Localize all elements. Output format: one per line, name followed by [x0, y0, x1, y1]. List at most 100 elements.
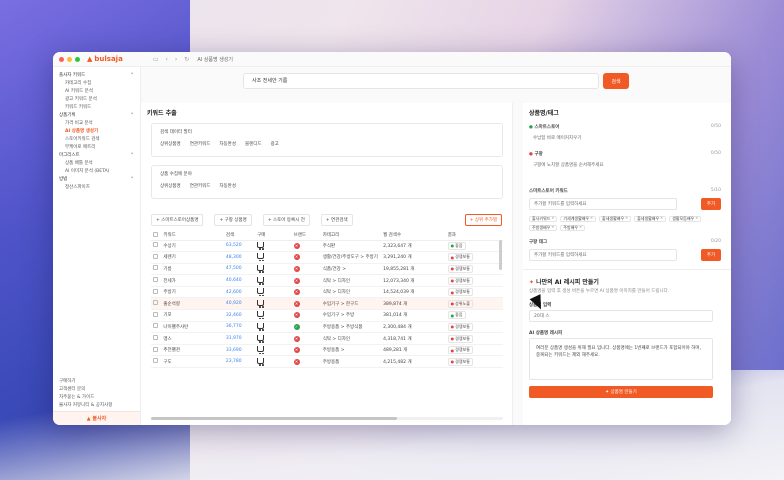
- row-checkbox[interactable]: [153, 335, 158, 341]
- sidebar-item[interactable]: 광고 키워드 분석: [53, 95, 140, 103]
- column-header[interactable]: 키워드: [161, 231, 224, 241]
- store-title-input[interactable]: 수납함 바로 매이커지우기: [529, 132, 713, 143]
- forward-icon[interactable]: ›: [175, 56, 177, 63]
- minimize-dot[interactable]: [67, 56, 72, 62]
- filter-chip[interactable]: 광고: [271, 141, 279, 147]
- column-header[interactable]: 구매: [255, 231, 292, 241]
- cart-icon[interactable]: [257, 264, 265, 273]
- table-row[interactable]: 주방기 42,600 ✕ 식탁 > 디자인 14,524,039 개 ● 경쟁보통: [151, 286, 503, 299]
- chevron-up-icon[interactable]: ⌃: [130, 73, 134, 78]
- back-icon[interactable]: ‹: [165, 56, 167, 63]
- sidebar-group[interactable]: 상품기획 ⌃: [53, 111, 140, 119]
- sidebar-bottom-item[interactable]: 불사자 커뮤니티 & 공지사항: [53, 401, 140, 409]
- add-top-button[interactable]: + 상위 추가별: [464, 214, 502, 226]
- row-checkbox[interactable]: [153, 242, 158, 248]
- horizontal-scrollbar[interactable]: [151, 417, 503, 420]
- keyword-tag-chip[interactable]: 주방배우: [560, 224, 586, 231]
- column-header[interactable]: 결과: [445, 231, 503, 241]
- sidebar-brand[interactable]: ▲ 불사자: [53, 411, 140, 425]
- filter-chip[interactable]: 상위상품명: [160, 183, 181, 189]
- table-row[interactable]: 수상기 63,520 ✕ 주식판 2,323,647 개 ● 좋음: [151, 240, 503, 253]
- keyword-tag-chip[interactable]: 출세생활배우: [634, 215, 667, 222]
- ai-prompt-textarea[interactable]: 여러분 상품명 생성을 위해 필요 입니다. 상품명에는 1번째로 브랜드가 포…: [529, 338, 713, 380]
- row-checkbox[interactable]: [153, 358, 158, 364]
- search-input[interactable]: 사조 전세안 기름: [243, 73, 599, 89]
- generate-title-button[interactable]: ✦ 상품명 만들기: [529, 386, 713, 398]
- row-checkbox[interactable]: [153, 277, 158, 283]
- keyword-tag-chip[interactable]: 주방생배우: [529, 224, 558, 231]
- coupang-tags-input[interactable]: 추가할 키워드를 입력하세요: [529, 249, 677, 261]
- cart-icon[interactable]: [257, 346, 265, 355]
- cart-icon[interactable]: [257, 311, 265, 320]
- filter-chip[interactable]: 연관키워드: [190, 183, 211, 189]
- filter-chip[interactable]: 블렌디드: [245, 141, 262, 147]
- chevron-up-icon[interactable]: ⌃: [130, 113, 134, 118]
- column-header[interactable]: 월 검색수: [381, 231, 446, 241]
- sidebar-toggle-icon[interactable]: ▭: [153, 56, 159, 63]
- chevron-up-icon[interactable]: ⌃: [130, 153, 134, 158]
- sidebar-item[interactable]: 가격 비교 분석: [53, 119, 140, 127]
- table-row[interactable]: 전세가 40,640 ✕ 식탁 > 디자인 12,073,340 개 ● 경쟁보통: [151, 274, 503, 287]
- filter-chip[interactable]: 연관키워드: [190, 141, 211, 147]
- table-row[interactable]: 나이팰주사탄 36,770 ✓ 주방용품 > 주방식품 2,300,484 개 ● 경쟁보통: [151, 321, 503, 334]
- row-checkbox[interactable]: [153, 265, 158, 271]
- sidebar-item[interactable]: 키워드 키워드: [53, 103, 140, 111]
- add-source-button[interactable]: + 구팡 상품명: [214, 214, 252, 226]
- table-row[interactable]: 구도 23,780 ✕ 주방용품 4,215,482 개 ● 경쟁보통: [151, 355, 503, 369]
- sidebar-bottom-item[interactable]: 고객센터 문의: [53, 385, 140, 393]
- cart-icon[interactable]: [257, 253, 265, 262]
- row-checkbox[interactable]: [153, 323, 158, 329]
- maximize-dot[interactable]: [75, 56, 80, 62]
- reload-icon[interactable]: ↻: [184, 56, 189, 63]
- sidebar-bottom-item[interactable]: 자주묻는 & 가이드: [53, 393, 140, 401]
- filter-chip[interactable]: 상위상품명: [160, 141, 181, 147]
- sidebar-item[interactable]: 스토어키워드 검색: [53, 135, 140, 143]
- keyword-tag-chip[interactable]: 출사키워드: [529, 215, 558, 222]
- vertical-scrollbar[interactable]: [499, 240, 502, 270]
- sidebar-item[interactable]: 부케어로 매트리: [53, 143, 140, 151]
- sidebar-group[interactable]: 플사자 키워드 ⌃: [53, 71, 140, 79]
- select-all-checkbox[interactable]: [153, 231, 158, 237]
- row-checkbox[interactable]: [153, 300, 158, 306]
- sidebar-item[interactable]: AI 상품명 생성기: [53, 127, 140, 135]
- cart-icon[interactable]: [257, 288, 265, 297]
- table-row[interactable]: 기포 32,460 ✕ 수입기구 > 주방 381,014 개 ● 좋음: [151, 309, 503, 322]
- keyword-tag-chip[interactable]: 기세계생활배우: [560, 215, 597, 222]
- sidebar-item[interactable]: 카테고리 수집: [53, 79, 140, 87]
- search-button[interactable]: 검색: [603, 73, 629, 89]
- sidebar-group[interactable]: 마그리스트 ⌃: [53, 151, 140, 159]
- ai-field-input[interactable]: 20대 스: [529, 310, 713, 322]
- sidebar-item[interactable]: AI 이미지 분석 (BETA): [53, 167, 140, 175]
- row-checkbox[interactable]: [153, 346, 158, 352]
- cart-icon[interactable]: [257, 299, 265, 308]
- add-source-button[interactable]: + 스마트스토어상품명: [151, 214, 204, 226]
- column-header[interactable]: 브랜드: [291, 231, 321, 241]
- chevron-up-icon[interactable]: ⌃: [130, 177, 134, 182]
- sidebar-group[interactable]: 방법 ⌃: [53, 175, 140, 183]
- cart-icon[interactable]: [257, 276, 265, 285]
- keyword-tag-chip[interactable]: 출세생활배우: [599, 215, 632, 222]
- row-checkbox[interactable]: [153, 311, 158, 317]
- row-checkbox[interactable]: [153, 288, 158, 294]
- sidebar-bottom-item[interactable]: 구매하기: [53, 377, 140, 385]
- keyword-tag-chip[interactable]: 생활모듬배우: [669, 215, 702, 222]
- sidebar-item[interactable]: 정산스파이즈: [53, 183, 140, 191]
- cart-icon[interactable]: [257, 322, 265, 331]
- add-source-button[interactable]: + 스토어 등록시 전: [262, 214, 310, 226]
- row-checkbox[interactable]: [153, 253, 158, 259]
- table-row[interactable]: 맹스 31,970 ✕ 식탁 > 디자인 4,318,741 개 ● 경쟁보통: [151, 332, 503, 345]
- cart-icon[interactable]: [257, 357, 265, 366]
- sidebar-item[interactable]: 상품 배틀 분석: [53, 159, 140, 167]
- add-source-button[interactable]: + 연관검색: [320, 214, 353, 226]
- column-header[interactable]: 검색: [223, 231, 256, 241]
- tags-add-button[interactable]: 추가: [701, 198, 721, 210]
- table-row[interactable]: 추전팰천 33,690 ✕ 주방용품 >489,281 개 ● 경쟁보통: [151, 344, 503, 357]
- close-dot[interactable]: [59, 56, 64, 62]
- table-row[interactable]: 출순석량 40,920 ✕ 수입기구 > 한구드 389,874 개 ● 상위노출: [151, 297, 503, 311]
- coupang-tags-add-button[interactable]: 추가: [701, 249, 721, 261]
- sidebar-item[interactable]: AI 키워드 분석: [53, 87, 140, 95]
- filter-chip[interactable]: 자동완성: [219, 141, 236, 147]
- column-header[interactable]: 카테고리: [320, 231, 382, 241]
- table-row[interactable]: 세렌기 48,300 ✕ 생활/건강/주방도구 > 주방기 3,291,240 개 ● 경쟁…: [151, 251, 503, 264]
- coupang-title-input[interactable]: 구팡에 노치할 상품명을 순서해주세요: [529, 159, 709, 170]
